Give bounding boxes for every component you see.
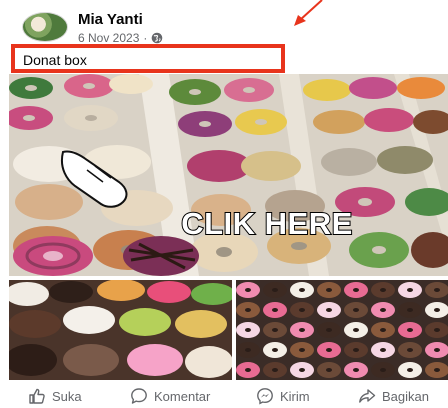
donut-hole [434,288,440,292]
donut-hole [380,348,386,352]
donut-hole [434,348,440,352]
click-here-overlay[interactable]: CLIK HERE [137,204,397,244]
send-label: Kirim [280,388,310,404]
donut-hole [272,348,278,352]
send-button[interactable]: Kirim [256,384,310,408]
donut-hole [353,308,359,312]
share-button[interactable]: Bagikan [358,384,429,408]
donut-hole [245,368,251,372]
like-button[interactable]: Suka [28,384,82,408]
donut-hole [299,288,305,292]
donut-hole [272,328,278,332]
donut-hole [380,368,386,372]
donut-grid-image [236,280,448,380]
post-caption: Donat box [23,52,87,68]
donut-hole [380,328,386,332]
donut-hole [245,328,251,332]
donut-hole [353,368,359,372]
author-name[interactable]: Mia Yanti [78,11,143,28]
comment-button[interactable]: Komentar [130,384,210,408]
donut-hole [245,348,251,352]
donut-hole [434,328,440,332]
donut-hole [326,288,332,292]
donut-hole [434,368,440,372]
hand-pointer-icon [61,150,128,208]
comment-label: Komentar [154,388,211,404]
globe-icon [152,32,163,44]
donut-hole [245,308,251,312]
photo-grid: CLIK HERE [9,74,448,380]
donut-hole [407,328,413,332]
share-arrow-icon [359,389,376,403]
avatar[interactable] [22,12,68,42]
donut-assortment-image [9,280,232,380]
donut-hole [380,288,386,292]
donut-hole [434,308,440,312]
meta-separator: · [143,31,148,45]
donut-hole [272,288,278,292]
like-label: Suka [52,388,82,404]
donut-hole [272,308,278,312]
donut-hole [407,288,413,292]
donut-hole [407,308,413,312]
donut-hole [353,348,359,352]
donut-hole [407,348,413,352]
messenger-icon [257,388,273,405]
photo-bottom-left[interactable] [9,280,232,380]
photo-main[interactable]: CLIK HERE [9,74,448,276]
donut-hole [380,308,386,312]
photo-bottom-right[interactable] [236,280,448,380]
post-header: Mia Yanti 6 Nov 2023 · [0,0,448,45]
donut-hole [245,288,251,292]
donut-hole [299,348,305,352]
donut-hole [326,328,332,332]
caption-highlight-box: Donat box [11,44,285,73]
donut-hole [299,328,305,332]
donut-hole [299,368,305,372]
donut-hole [407,368,413,372]
comment-bubble-icon [131,388,147,404]
donut-hole [326,308,332,312]
thumbs-up-icon [29,388,45,404]
donut-hole [326,368,332,372]
post-date[interactable]: 6 Nov 2023 [78,31,139,45]
donut-hole [299,308,305,312]
donut-hole [353,328,359,332]
action-bar: Suka Komentar Kirim Bagikan [0,384,448,408]
post-meta: 6 Nov 2023 · [78,31,163,45]
share-label: Bagikan [382,388,429,404]
red-arrow-icon [294,0,323,26]
donut-hole [326,348,332,352]
donut-hole [353,288,359,292]
donut-hole [272,368,278,372]
